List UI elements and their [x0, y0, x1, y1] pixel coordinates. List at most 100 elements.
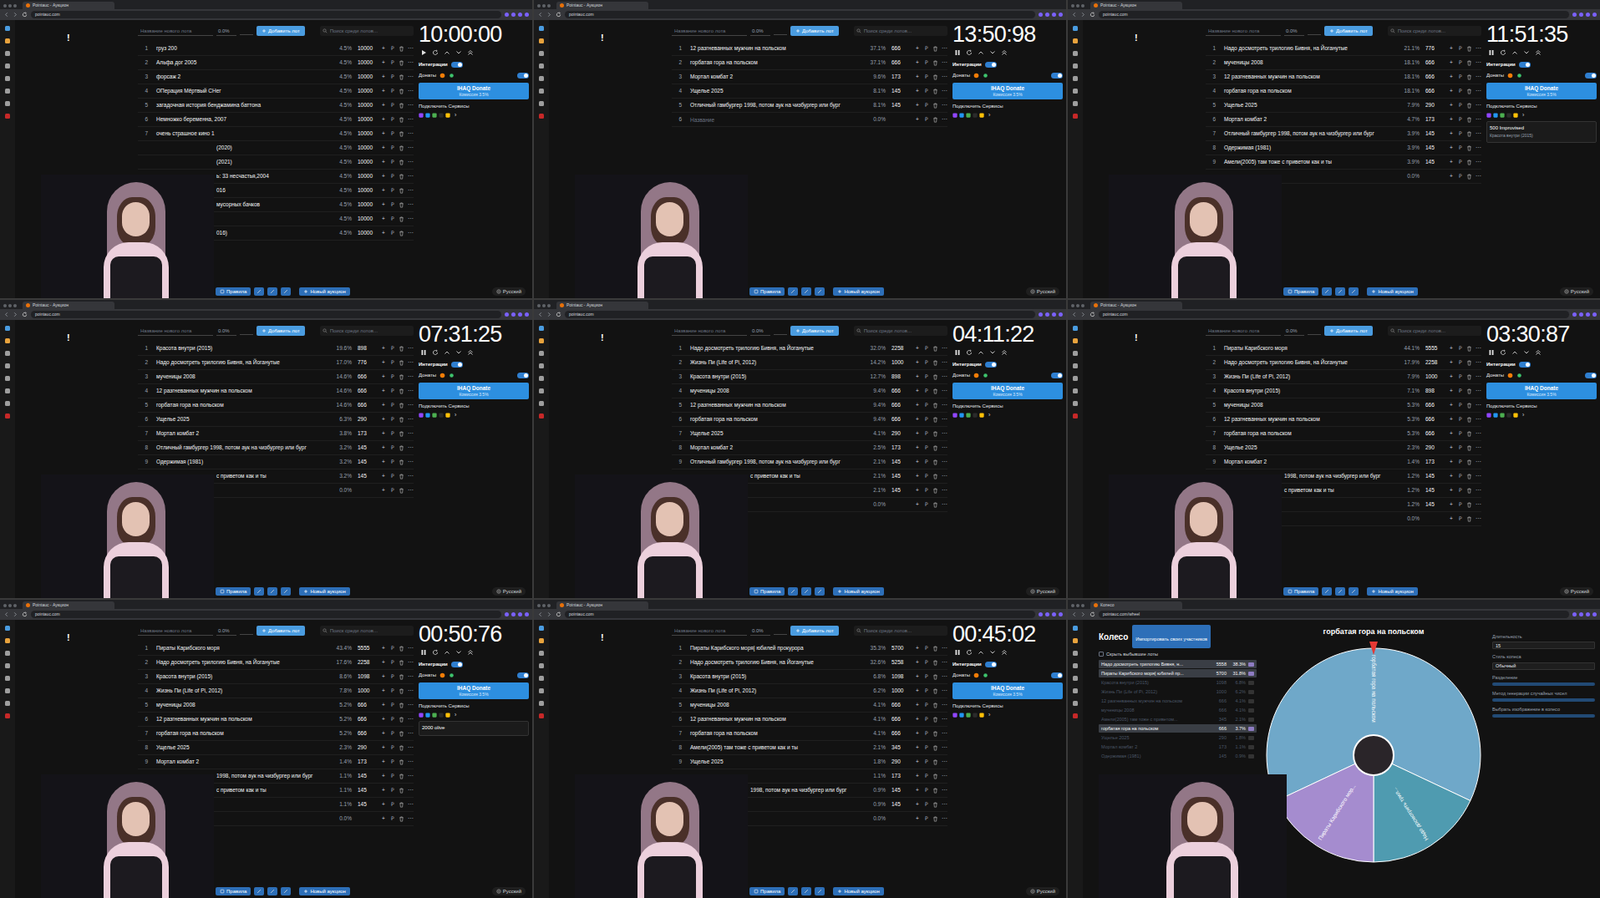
- toggle-switch[interactable]: [985, 361, 997, 368]
- to-top-icon[interactable]: [467, 649, 474, 656]
- trash-icon[interactable]: [1466, 145, 1473, 152]
- more-button[interactable]: ⋯: [940, 731, 948, 737]
- toggle-switch[interactable]: [451, 61, 463, 68]
- currency-button[interactable]: ₽: [389, 716, 397, 723]
- lot-amount[interactable]: 290: [1422, 102, 1446, 109]
- add-amount-button[interactable]: +: [380, 445, 387, 452]
- add-amount-button[interactable]: +: [1447, 360, 1455, 366]
- lot-amount[interactable]: 290: [888, 431, 912, 437]
- nav-icon[interactable]: [538, 700, 545, 707]
- nav-icon[interactable]: [1071, 675, 1079, 682]
- language-select[interactable]: Русский: [1026, 887, 1060, 896]
- rules-button[interactable]: Правила: [749, 887, 785, 896]
- donate-button[interactable]: IHAQ DonateКомиссия 3.5%: [952, 82, 1063, 100]
- add-amount-button[interactable]: +: [914, 645, 921, 652]
- more-button[interactable]: ⋯: [406, 202, 414, 209]
- currency-button[interactable]: ₽: [389, 159, 397, 166]
- extension-icon[interactable]: [524, 312, 529, 317]
- lot-name[interactable]: с приветом как и ты: [216, 473, 330, 480]
- to-top-icon[interactable]: [1534, 49, 1542, 56]
- decrease-icon[interactable]: [455, 649, 463, 656]
- add-amount-button[interactable]: +: [1447, 473, 1455, 480]
- lot-row[interactable]: 412 разгневанных мужчин на польском14.6%…: [137, 384, 414, 399]
- pause-icon[interactable]: [1488, 49, 1495, 56]
- lot-row[interactable]: 9Ущелье 20251.8%290+₽⋯: [671, 755, 948, 770]
- currency-button[interactable]: ₽: [923, 374, 930, 381]
- lot-name[interactable]: Мортал комбат 2: [690, 445, 864, 452]
- address-bar[interactable]: pointauc.com: [30, 10, 502, 19]
- back-icon[interactable]: [1071, 611, 1077, 618]
- service-icon[interactable]: [445, 412, 451, 418]
- lot-name[interactable]: Пираты Карибского моря: [1224, 345, 1397, 352]
- lot-row[interactable]: 9Одержимая (1981)3.2%145+₽⋯: [137, 455, 414, 470]
- trash-icon[interactable]: [1466, 388, 1473, 395]
- rules-button[interactable]: Правила: [215, 587, 251, 596]
- lot-amount[interactable]: 145: [888, 102, 912, 109]
- add-amount-button[interactable]: +: [914, 88, 921, 95]
- tool-button[interactable]: [1348, 587, 1359, 596]
- more-button[interactable]: ⋯: [1474, 345, 1482, 352]
- add-amount-button[interactable]: +: [380, 88, 387, 95]
- add-amount-button[interactable]: +: [380, 74, 387, 81]
- nav-icon[interactable]: [538, 400, 545, 407]
- currency-button[interactable]: ₽: [1457, 131, 1464, 138]
- browser-tab[interactable]: Pointauc - Аукцион: [22, 301, 115, 310]
- nav-icon[interactable]: [1071, 75, 1079, 82]
- extension-icon[interactable]: [524, 12, 529, 17]
- add-amount-button[interactable]: +: [380, 360, 387, 366]
- trash-icon[interactable]: [932, 487, 939, 494]
- lot-amount[interactable]: 145: [1422, 159, 1446, 166]
- trash-icon[interactable]: [398, 431, 405, 437]
- nav-icon[interactable]: [4, 62, 11, 70]
- trash-icon[interactable]: [932, 416, 939, 423]
- window-dot[interactable]: [537, 304, 541, 308]
- currency-button[interactable]: ₽: [923, 802, 930, 808]
- add-amount-button[interactable]: +: [914, 388, 921, 395]
- lot-name[interactable]: 016): [216, 230, 330, 237]
- nav-icon[interactable]: [4, 325, 11, 332]
- more-button[interactable]: ⋯: [940, 45, 948, 52]
- lot-amount[interactable]: 173: [1422, 116, 1446, 123]
- lot-row[interactable]: 5мученицы 20085.3%666+₽⋯: [1205, 398, 1482, 413]
- trash-icon[interactable]: [1466, 473, 1473, 480]
- add-amount-button[interactable]: +: [1447, 445, 1455, 452]
- service-icon[interactable]: [979, 712, 985, 718]
- nav-icon[interactable]: [1071, 87, 1079, 95]
- trash-icon[interactable]: [1466, 487, 1473, 494]
- currency-button[interactable]: ₽: [923, 102, 930, 109]
- extension-icon[interactable]: [504, 12, 509, 17]
- add-amount-button[interactable]: +: [380, 802, 387, 808]
- trash-icon[interactable]: [932, 431, 939, 437]
- extension-icon[interactable]: [524, 612, 529, 617]
- currency-button[interactable]: ₽: [923, 445, 930, 452]
- lot-amount[interactable]: 666: [888, 45, 912, 52]
- add-amount-button[interactable]: +: [914, 45, 921, 52]
- nav-icon[interactable]: [4, 362, 11, 370]
- currency-button[interactable]: ₽: [1457, 402, 1464, 409]
- more-button[interactable]: ⋯: [406, 360, 414, 366]
- trash-icon[interactable]: [932, 716, 939, 723]
- currency-button[interactable]: ₽: [389, 230, 397, 237]
- tool-button[interactable]: [253, 587, 265, 596]
- more-button[interactable]: ⋯: [940, 674, 948, 681]
- currency-button[interactable]: ₽: [1457, 60, 1464, 67]
- more-button[interactable]: ⋯: [1474, 388, 1482, 395]
- more-button[interactable]: ⋯: [940, 688, 948, 695]
- add-amount-button[interactable]: +: [914, 345, 921, 352]
- new-auction-button[interactable]: Новый аукцион: [1366, 287, 1418, 296]
- wheel-lot-row[interactable]: Надо досмотреть трилогию Бивня, н...5558…: [1098, 660, 1257, 669]
- toggle-switch[interactable]: [517, 672, 529, 679]
- lot-amount[interactable]: 666: [888, 388, 912, 395]
- service-icon[interactable]: [1506, 412, 1512, 418]
- trash-icon[interactable]: [932, 459, 939, 466]
- reload-icon[interactable]: [1089, 611, 1096, 618]
- lot-amount[interactable]: 145: [1422, 502, 1446, 508]
- pause-icon[interactable]: [420, 349, 427, 356]
- lot-name[interactable]: мученицы 2008: [690, 702, 864, 709]
- more-button[interactable]: ⋯: [406, 45, 414, 52]
- add-amount-button[interactable]: +: [914, 374, 921, 381]
- trash-icon[interactable]: [1466, 502, 1473, 508]
- currency-button[interactable]: ₽: [1457, 173, 1464, 180]
- more-button[interactable]: ⋯: [406, 773, 414, 780]
- window-dot[interactable]: [542, 604, 546, 608]
